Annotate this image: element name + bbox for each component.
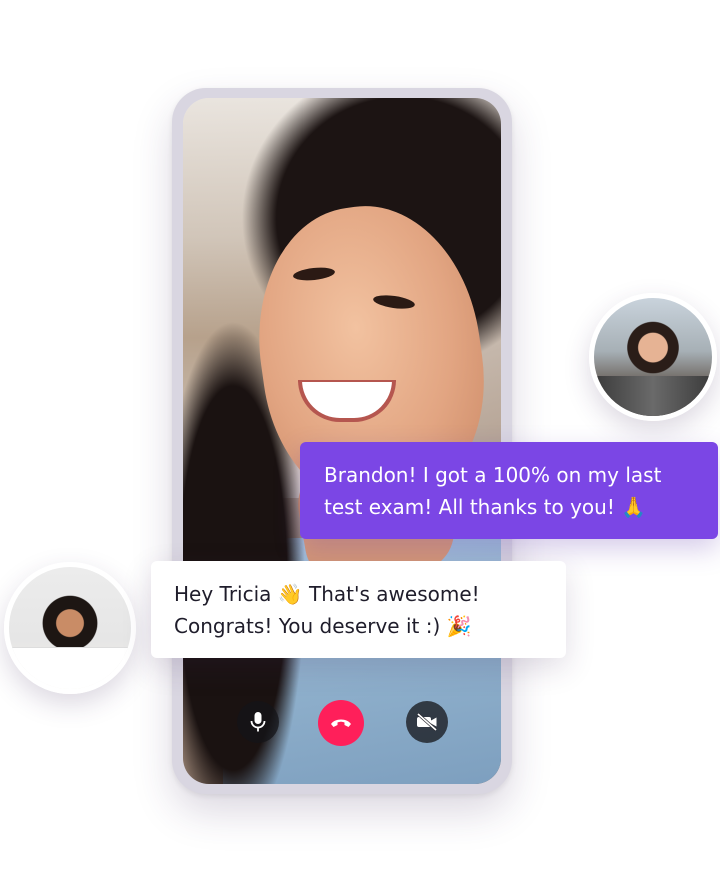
hang-up-icon — [331, 719, 351, 727]
tricia-avatar — [589, 293, 717, 421]
toggle-camera-button[interactable] — [406, 701, 448, 743]
tricia-scarf — [594, 375, 712, 416]
brandon-shirt — [9, 646, 131, 689]
brandon-message-bubble: Hey Tricia 👋 That's awesome! Congrats! Y… — [151, 561, 566, 658]
phone-frame — [172, 88, 512, 794]
end-call-button[interactable] — [318, 700, 364, 746]
message-line: Hey Tricia 👋 That's awesome! — [174, 582, 480, 606]
message-line: Brandon! I got a 100% on my last — [324, 463, 662, 487]
microphone-icon — [250, 712, 266, 732]
mute-microphone-button[interactable] — [237, 701, 279, 743]
brandon-avatar — [4, 562, 136, 694]
video-call-screen — [183, 98, 501, 784]
tricia-message-bubble: Brandon! I got a 100% on my last test ex… — [300, 442, 718, 539]
video-off-icon — [417, 712, 437, 732]
message-line: Congrats! You deserve it :) 🎉 — [174, 614, 472, 638]
message-line: test exam! All thanks to you! 🙏 — [324, 495, 647, 519]
